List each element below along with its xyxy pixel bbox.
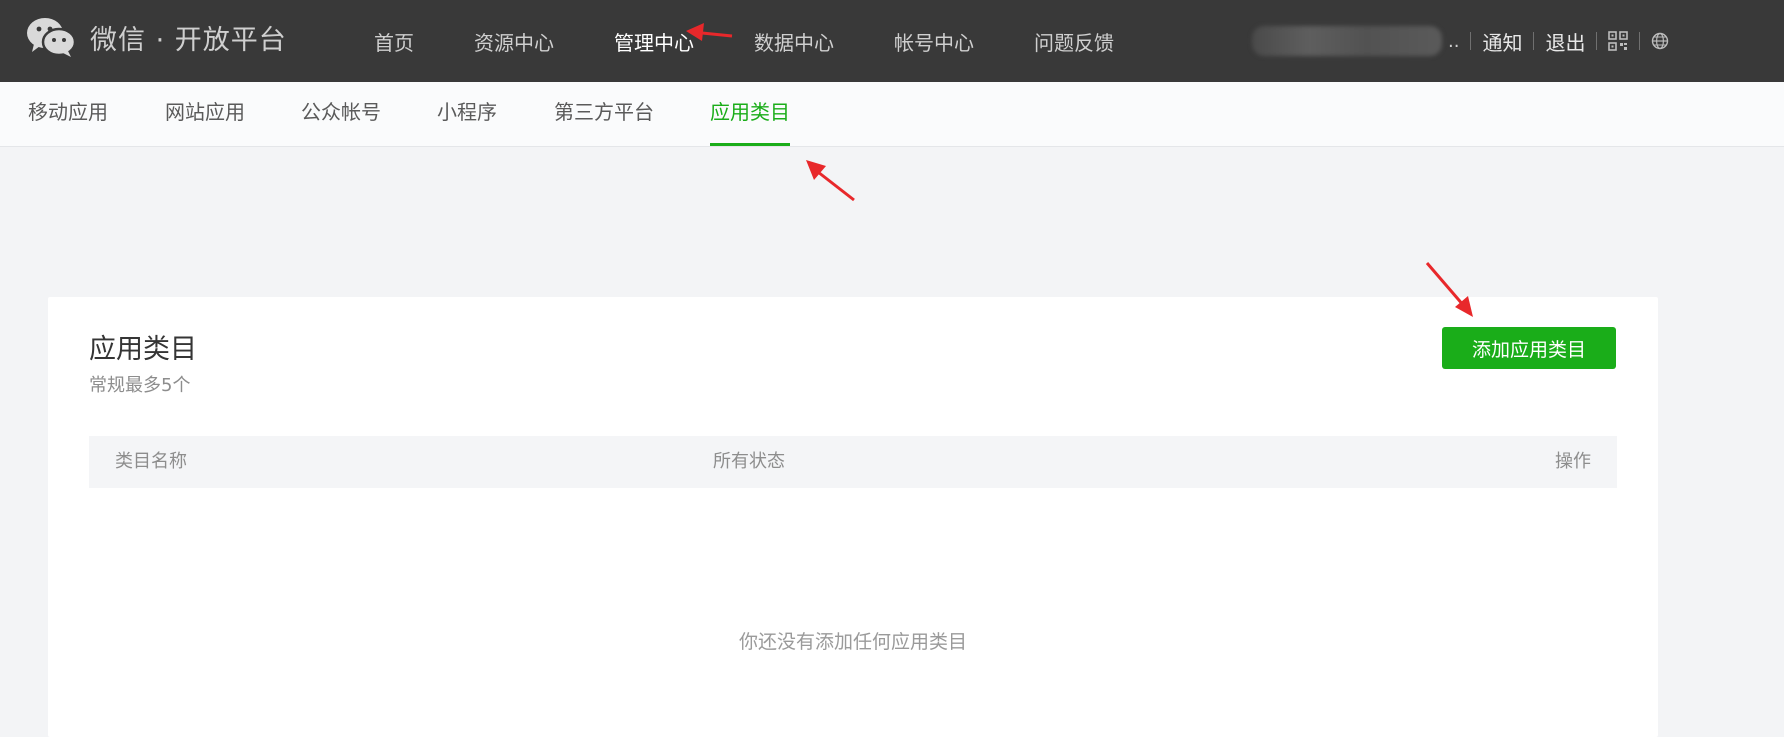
column-actions: 操作 — [1555, 451, 1591, 472]
page-subtitle: 常规最多5个 — [89, 375, 191, 396]
brand-name: 微信 · 开放平台 — [90, 24, 287, 56]
column-status-filter[interactable]: 所有状态 — [713, 436, 785, 488]
divider — [1639, 32, 1641, 50]
brand-logo[interactable]: 微信 · 开放平台 — [26, 16, 287, 58]
tab-mobile-apps[interactable]: 移动应用 — [28, 82, 108, 146]
user-name-suffix: .. — [1448, 30, 1460, 52]
app-category-card: 应用类目 常规最多5个 添加应用类目 类目名称 所有状态 操作 你还没有添加任何… — [48, 297, 1658, 737]
add-app-category-button[interactable]: 添加应用类目 — [1442, 327, 1616, 369]
tab-third-party-platform[interactable]: 第三方平台 — [554, 82, 654, 146]
user-area: .. 通知 退出 — [1252, 0, 1669, 82]
divider — [1470, 32, 1472, 50]
tab-official-accounts[interactable]: 公众帐号 — [301, 82, 381, 146]
tab-mini-programs[interactable]: 小程序 — [437, 82, 497, 146]
nav-home[interactable]: 首页 — [374, 27, 414, 56]
tab-website-apps[interactable]: 网站应用 — [165, 82, 245, 146]
nav-resource-center[interactable]: 资源中心 — [474, 27, 554, 56]
nav-account-center[interactable]: 帐号中心 — [894, 27, 974, 56]
nav-management-center[interactable]: 管理中心 — [614, 27, 694, 56]
logout-link[interactable]: 退出 — [1545, 27, 1585, 56]
divider — [1533, 32, 1535, 50]
nav-feedback[interactable]: 问题反馈 — [1034, 27, 1114, 56]
column-category-name: 类目名称 — [115, 451, 187, 472]
user-name-redacted[interactable] — [1252, 26, 1442, 56]
qrcode-icon[interactable] — [1608, 31, 1629, 51]
top-bar: 微信 · 开放平台 首页 资源中心 管理中心 数据中心 帐号中心 问题反馈 ..… — [0, 0, 1784, 82]
divider — [1596, 32, 1598, 50]
table-header: 类目名称 所有状态 操作 — [89, 436, 1617, 488]
notify-link[interactable]: 通知 — [1482, 27, 1522, 56]
globe-icon[interactable] — [1651, 32, 1669, 50]
empty-state-message: 你还没有添加任何应用类目 — [738, 631, 967, 653]
wechat-logo-icon — [26, 16, 76, 58]
nav-data-center[interactable]: 数据中心 — [754, 27, 834, 56]
main-nav: 首页 资源中心 管理中心 数据中心 帐号中心 问题反馈 — [374, 0, 1174, 82]
page-title: 应用类目 — [89, 334, 197, 365]
tab-app-categories[interactable]: 应用类目 — [710, 82, 790, 146]
arrow-to-app-categories-tab — [806, 160, 855, 202]
sub-nav: 移动应用 网站应用 公众帐号 小程序 第三方平台 应用类目 — [0, 82, 1784, 147]
